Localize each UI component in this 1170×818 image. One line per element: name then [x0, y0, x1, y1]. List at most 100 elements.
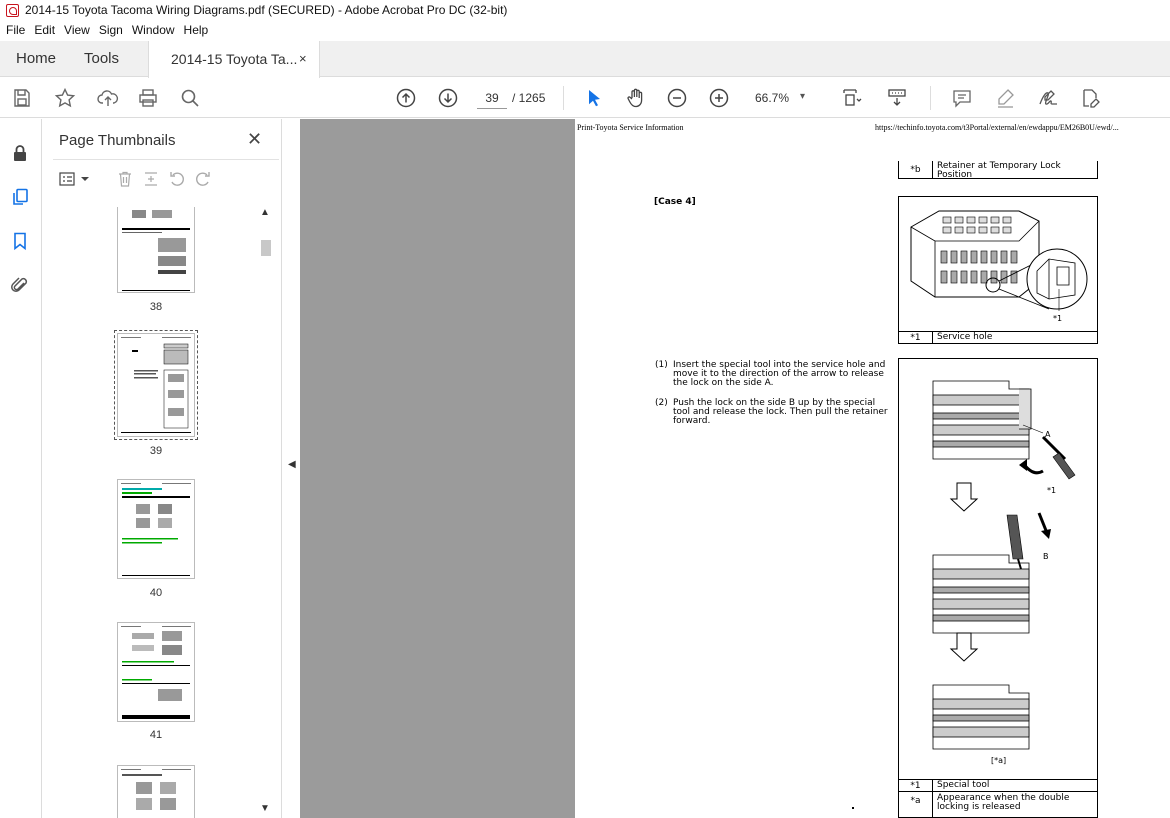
- page-thumbnail[interactable]: [117, 622, 195, 722]
- legend-key: *a: [899, 792, 933, 817]
- zoom-level[interactable]: 66.7%: [755, 91, 789, 105]
- legend-special-tool: *1 Special tool: [898, 780, 1098, 792]
- thumbnail-page-number: 41: [149, 729, 163, 741]
- connector-service-hole-figure: *1: [898, 196, 1098, 332]
- zoom-dropdown-icon[interactable]: ▾: [800, 91, 805, 102]
- scroll-up-icon[interactable]: ▲: [260, 207, 270, 218]
- instruction-step: (2) Push the lock on the side B up by th…: [655, 399, 895, 429]
- menu-help[interactable]: Help: [184, 23, 209, 37]
- pdf-page: Print-Toyota Service Information https:/…: [575, 119, 1170, 818]
- page-thumbnail[interactable]: [117, 207, 195, 293]
- menu-sign[interactable]: Sign: [99, 23, 123, 37]
- select-tool-icon[interactable]: [582, 86, 606, 110]
- legend-value: Appearance when the double locking is re…: [937, 793, 1070, 812]
- delete-page-icon: [115, 169, 135, 189]
- previous-page-icon[interactable]: [394, 86, 418, 110]
- title-bar: 2014-15 Toyota Tacoma Wiring Diagrams.pd…: [0, 0, 1170, 20]
- toolbar-divider: [930, 86, 931, 110]
- legend-value: Service hole: [937, 332, 993, 342]
- tab-home[interactable]: Home: [16, 50, 56, 67]
- highlight-pen-icon[interactable]: [993, 86, 1017, 110]
- thumbnail-list: 38 39 40 41: [43, 207, 259, 818]
- close-panel-icon[interactable]: ✕: [247, 129, 262, 150]
- page-total: / 1265: [512, 91, 546, 105]
- save-icon[interactable]: [10, 86, 34, 110]
- menu-view[interactable]: View: [64, 23, 90, 37]
- step-number: (2): [655, 398, 668, 408]
- figure-appearance-label: [*a]: [991, 756, 1006, 765]
- tab-document[interactable]: 2014-15 Toyota Ta... ×: [148, 41, 320, 78]
- fill-and-sign-icon[interactable]: [1078, 86, 1102, 110]
- legend-retainer: *b Retainer at Temporary Lock Position: [898, 161, 1098, 180]
- rotate-right-icon: [193, 169, 213, 189]
- toolbar-divider: [563, 86, 564, 110]
- zoom-out-icon[interactable]: [665, 86, 689, 110]
- step-text: Push the lock on the side B up by the sp…: [673, 398, 888, 426]
- page-thumbnail[interactable]: [117, 765, 195, 818]
- legend-key: *b: [899, 161, 933, 178]
- insert-page-icon: [141, 169, 161, 189]
- star-bookmark-icon[interactable]: [53, 86, 77, 110]
- figure-label-b: B: [1043, 552, 1049, 561]
- sign-icon[interactable]: [1036, 86, 1060, 110]
- attachments-icon[interactable]: [8, 273, 32, 297]
- toolbar: 39 / 1265 66.7% ▾: [0, 78, 1170, 118]
- collapse-panel-icon[interactable]: ◀: [288, 459, 296, 470]
- window-title: 2014-15 Toyota Tacoma Wiring Diagrams.pd…: [25, 3, 508, 17]
- menu-window[interactable]: Window: [132, 23, 175, 37]
- panel-splitter[interactable]: ◀: [281, 119, 300, 818]
- page-thumbnail[interactable]: [117, 479, 195, 579]
- upload-cloud-icon[interactable]: [96, 86, 120, 110]
- document-view[interactable]: Print-Toyota Service Information https:/…: [300, 119, 1170, 818]
- retainer-release-figure: A *1 B [*a]: [898, 358, 1098, 780]
- search-icon[interactable]: [178, 86, 202, 110]
- scroll-down-icon[interactable]: ▼: [260, 803, 270, 814]
- comment-icon[interactable]: [950, 86, 974, 110]
- legend-appearance: *a Appearance when the double locking is…: [898, 792, 1098, 818]
- menu-bar: File Edit View Sign Window Help: [0, 20, 1170, 40]
- panel-title: Page Thumbnails: [59, 132, 176, 149]
- thumbnail-page-number: 39: [149, 445, 163, 457]
- legend-service-hole: *1 Service hole: [898, 332, 1098, 344]
- page-fit-icon[interactable]: [840, 86, 864, 110]
- rotate-left-icon: [167, 169, 187, 189]
- scroll-mode-icon[interactable]: [885, 86, 909, 110]
- page-number-input[interactable]: 39: [477, 87, 507, 109]
- zoom-in-icon[interactable]: [707, 86, 731, 110]
- case-heading: [Case 4]: [654, 197, 696, 207]
- page-header-left: Print-Toyota Service Information: [577, 123, 684, 132]
- figure-label-a: A: [1045, 430, 1051, 439]
- page-thumbnails-panel: Page Thumbnails ✕ 38 39 40 41 ▲ ▼: [43, 119, 281, 818]
- legend-key: *1: [899, 780, 933, 791]
- legend-value: Special tool: [937, 780, 990, 790]
- page-thumbnails-icon[interactable]: [8, 185, 32, 209]
- tab-bar: Home Tools 2014-15 Toyota Ta... ×: [0, 41, 1170, 78]
- thumbnail-toolbar: [53, 159, 279, 197]
- left-navigation-rail: [0, 119, 42, 818]
- legend-value: Retainer at Temporary Lock Position: [937, 161, 1061, 180]
- close-tab-icon[interactable]: ×: [299, 51, 307, 66]
- step-number: (1): [655, 360, 668, 370]
- tab-document-label: 2014-15 Toyota Ta...: [171, 51, 298, 67]
- thumbnail-page-number: 40: [149, 587, 163, 599]
- instruction-step: (1) Insert the special tool into the ser…: [655, 361, 895, 391]
- next-page-icon[interactable]: [436, 86, 460, 110]
- page-header-url: https://techinfo.toyota.com/t3Portal/ext…: [875, 123, 1119, 132]
- options-dropdown-icon[interactable]: [75, 169, 95, 189]
- menu-edit[interactable]: Edit: [34, 23, 55, 37]
- tab-tools[interactable]: Tools: [84, 50, 119, 67]
- bookmarks-icon[interactable]: [8, 229, 32, 253]
- print-icon[interactable]: [136, 86, 160, 110]
- thumbnail-scrollbar[interactable]: ▲ ▼: [259, 207, 273, 818]
- thumbnail-options-icon[interactable]: [57, 169, 77, 189]
- acrobat-logo-icon: [6, 3, 19, 17]
- page-thumbnail-selected[interactable]: [114, 330, 198, 440]
- figure-tool-label: *1: [1047, 486, 1056, 495]
- hand-tool-icon[interactable]: [624, 86, 648, 110]
- menu-file[interactable]: File: [6, 23, 25, 37]
- figure-callout: *1: [1053, 314, 1062, 323]
- security-lock-icon[interactable]: [8, 141, 32, 165]
- legend-key: *1: [899, 332, 933, 343]
- scrollbar-thumb[interactable]: [261, 240, 271, 256]
- step-text: Insert the special tool into the service…: [673, 360, 886, 388]
